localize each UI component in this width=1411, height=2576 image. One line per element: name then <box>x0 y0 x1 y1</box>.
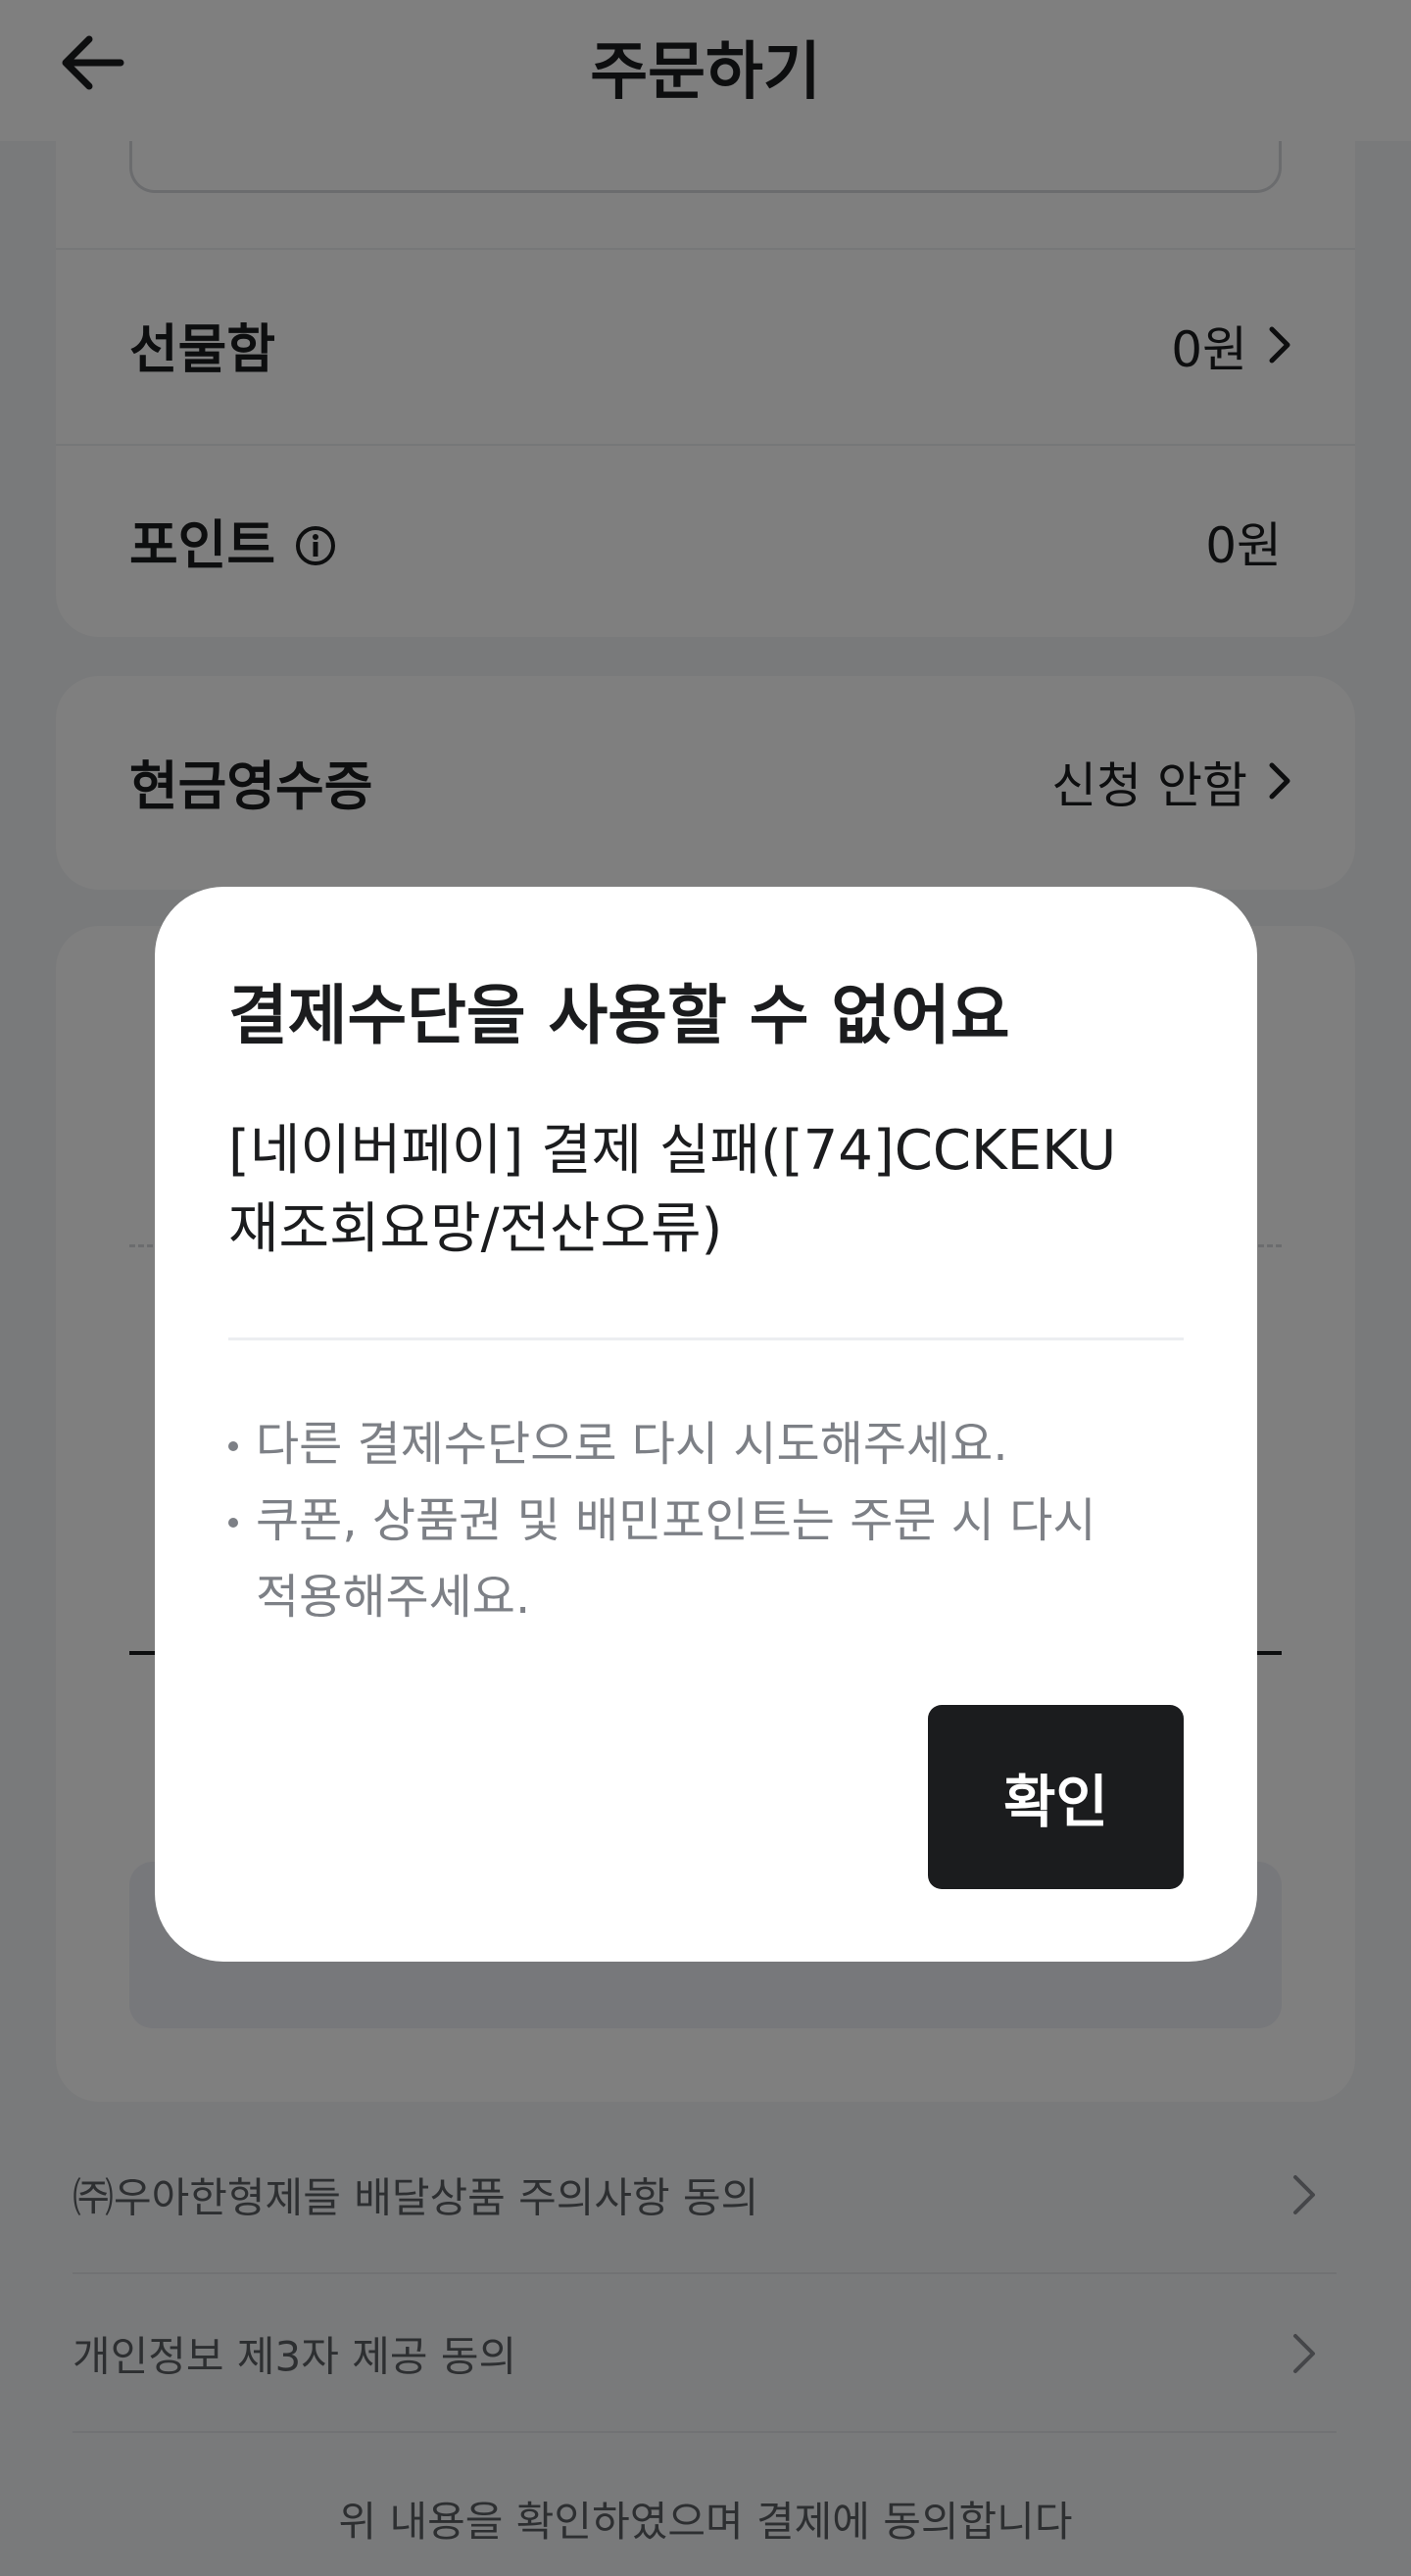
note-line: 적용해주세요. <box>256 1570 531 1625</box>
note-line: 쿠폰, 상품권 및 배민포인트는 주문 시 다시 <box>256 1493 1096 1548</box>
dialog-message-line: [네이버페이] 결제 실패([74]CCKEKU <box>228 1119 1117 1183</box>
dialog-message-line: 재조회요망/전산오류) <box>228 1197 723 1261</box>
dialog-notes: 다른 결제수단으로 다시 시도해주세요. 쿠폰, 상품권 및 배민포인트는 주문… <box>228 1406 1198 1635</box>
payment-error-dialog: 결제수단을 사용할 수 없어요 [네이버페이] 결제 실패([74]CCKEKU… <box>155 887 1257 1962</box>
dialog-message: [네이버페이] 결제 실패([74]CCKEKU 재조회요망/전산오류) <box>228 1112 1208 1269</box>
note-item: 쿠폰, 상품권 및 배민포인트는 주문 시 다시 적용해주세요. <box>228 1482 1198 1635</box>
dialog-title: 결제수단을 사용할 수 없어요 <box>228 978 1010 1053</box>
confirm-button[interactable]: 확인 <box>928 1705 1184 1889</box>
dialog-divider <box>228 1337 1184 1340</box>
note-item: 다른 결제수단으로 다시 시도해주세요. <box>228 1406 1198 1482</box>
